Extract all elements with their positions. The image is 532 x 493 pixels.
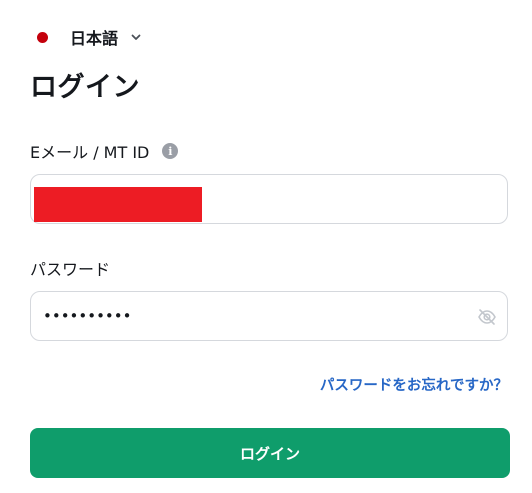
flag-icon: [37, 31, 48, 43]
email-field[interactable]: [30, 174, 508, 224]
chevron-down-icon: [130, 31, 142, 43]
forgot-password-link[interactable]: パスワードをお忘れですか？: [320, 374, 508, 395]
page-title: ログイン: [30, 72, 140, 103]
eye-off-icon[interactable]: [477, 307, 497, 327]
info-icon[interactable]: i: [162, 143, 179, 159]
email-label-row: Eメール / MT ID i: [30, 140, 179, 162]
email-label: Eメール / MT ID: [30, 143, 150, 162]
password-field[interactable]: ••••••••••: [30, 291, 508, 341]
login-button[interactable]: ログイン: [30, 428, 510, 478]
redacted-email-value: [34, 187, 202, 222]
language-label: 日本語: [70, 29, 119, 48]
password-label-row: パスワード: [30, 257, 110, 279]
password-label: パスワード: [30, 260, 111, 279]
password-value: ••••••••••: [43, 307, 132, 325]
language-selector[interactable]: 日本語: [37, 26, 142, 48]
